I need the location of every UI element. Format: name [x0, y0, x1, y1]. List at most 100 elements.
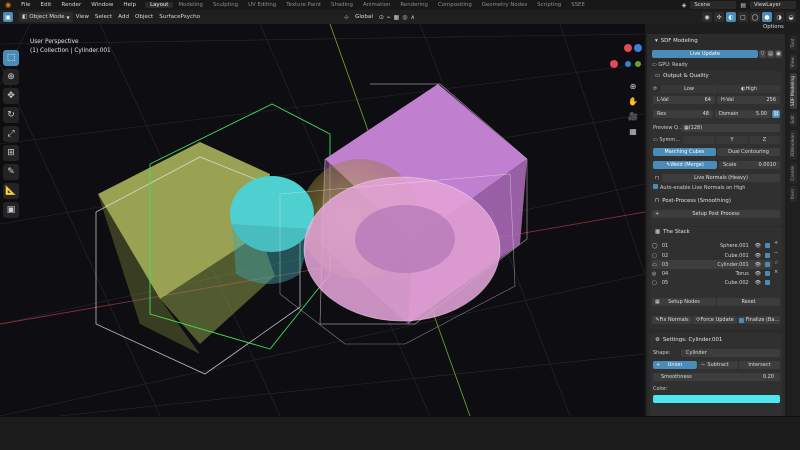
tab-shading[interactable]: Shading: [326, 2, 358, 8]
menu-render[interactable]: Render: [56, 2, 86, 8]
gizmo-icon[interactable]: ✣: [714, 12, 724, 22]
finalize-button[interactable]: Finalize (Ba...: [738, 316, 780, 324]
visibility-eye-icon[interactable]: 👁: [755, 253, 761, 259]
mode-select[interactable]: ◧ Object Mode ▼: [19, 12, 73, 22]
rotate-icon[interactable]: ↻: [3, 107, 19, 123]
fix-normals-button[interactable]: ✎ Fix Normals: [652, 316, 692, 324]
visibility-eye-icon[interactable]: 👁: [755, 271, 761, 277]
domain-field[interactable]: Domain 5.00: [715, 110, 771, 118]
dual-contouring-button[interactable]: Dual Contouring: [717, 148, 780, 156]
axis-z-icon[interactable]: [624, 44, 632, 52]
vtab-edit[interactable]: Edit: [790, 112, 797, 127]
tab-geometry-nodes[interactable]: Geometry Nodes: [477, 2, 532, 8]
measure-icon[interactable]: 📐: [3, 183, 19, 199]
vtab-item[interactable]: Item: [790, 186, 797, 203]
lval-field[interactable]: L-Val 64: [653, 96, 715, 104]
menu-view[interactable]: View: [73, 12, 92, 22]
material-shading-icon[interactable]: ◑: [774, 12, 784, 22]
editor-type-icon[interactable]: ▣: [3, 12, 13, 22]
intersect-button[interactable]: Intersect: [739, 361, 780, 369]
live-normals-button[interactable]: Live Normals (Heavy): [662, 174, 780, 182]
overlay-icon[interactable]: ◐: [726, 12, 736, 22]
tab-modeling[interactable]: Modeling: [173, 2, 208, 8]
scale-icon[interactable]: ⤢: [3, 126, 19, 142]
stack-row[interactable]: ◎ 04 Torus 👁: [652, 269, 772, 278]
annotate-icon[interactable]: ✎: [3, 164, 19, 180]
setup-post-process-button[interactable]: + Setup Post Process: [652, 210, 780, 218]
visibility-eye-icon[interactable]: 👁: [755, 243, 761, 249]
camera-icon[interactable]: 🎥: [627, 110, 639, 122]
filter-icon[interactable]: ▽: [759, 50, 766, 58]
visibility-eye-icon[interactable]: 👁: [755, 262, 761, 268]
viewlayer-field[interactable]: ViewLayer: [750, 1, 796, 9]
visibility-icon[interactable]: ◉: [702, 12, 712, 22]
proportional-icon[interactable]: ◎: [402, 14, 407, 21]
vtab-create[interactable]: Create: [790, 162, 797, 184]
pan-icon[interactable]: ✋: [627, 95, 639, 107]
force-update-button[interactable]: ⟳ Force Update: [693, 316, 737, 324]
hval-field[interactable]: H-Val 256: [717, 96, 780, 104]
checkbox-icon[interactable]: [765, 280, 771, 285]
menu-surfacepsycho[interactable]: SurfacePsycho: [156, 12, 203, 22]
menu-edit[interactable]: Edit: [35, 2, 56, 8]
axis-y-icon[interactable]: [634, 44, 642, 52]
tab-rendering[interactable]: Rendering: [395, 2, 433, 8]
pivot-icon[interactable]: ⊙: [379, 14, 384, 21]
stack-row[interactable]: ▢ 05 Cube.002 👁: [652, 278, 772, 287]
3d-viewport[interactable]: User Perspective (1) Collection | Cylind…: [0, 24, 645, 416]
solid-shading-icon[interactable]: ●: [762, 12, 772, 22]
vtab-view[interactable]: View: [790, 53, 797, 70]
visibility-eye-icon[interactable]: 👁: [755, 280, 761, 286]
auto-normals-checkbox[interactable]: Auto-enable Live Normals on High: [653, 184, 745, 191]
sdf-torus[interactable]: [303, 176, 501, 322]
orientation-icon[interactable]: ⊹: [344, 14, 349, 21]
subtract-button[interactable]: − Subtract: [698, 361, 738, 369]
res-field[interactable]: Res 48: [653, 110, 713, 118]
vtab-tool[interactable]: Tool: [790, 36, 797, 51]
stack-row[interactable]: ◯ 01 Sphere.001 👁: [652, 241, 772, 250]
favorite-icon[interactable]: ☆: [774, 260, 778, 266]
xray-icon[interactable]: ▢: [738, 12, 748, 22]
scene-icon[interactable]: ◈: [682, 2, 687, 9]
menu-help[interactable]: Help: [118, 2, 141, 8]
orientation-select[interactable]: Global: [352, 12, 376, 22]
add-stack-icon[interactable]: +: [774, 240, 778, 246]
checkbox-icon[interactable]: [765, 243, 771, 248]
axis-neg-z-icon[interactable]: [625, 61, 631, 67]
scene-canvas[interactable]: [0, 24, 645, 416]
shape-select[interactable]: Cylinder: [681, 349, 780, 357]
axis-x-icon[interactable]: [610, 60, 618, 68]
tab-uv-editing[interactable]: UV Editing: [243, 2, 281, 8]
refresh-icon[interactable]: ⟳: [653, 86, 657, 92]
prefs-icon[interactable]: ▤: [767, 50, 774, 58]
quality-high-button[interactable]: ◐ High: [718, 85, 780, 93]
menu-file[interactable]: File: [16, 2, 35, 8]
snap-target-icon[interactable]: ▦: [394, 14, 400, 21]
axis-neg-y-icon[interactable]: [635, 61, 641, 67]
symm-y-button[interactable]: Y: [716, 136, 748, 144]
menu-add[interactable]: Add: [115, 12, 132, 22]
rendered-shading-icon[interactable]: ◒: [786, 12, 796, 22]
stack-row[interactable]: ▢ 02 Cube.001 👁: [652, 251, 772, 260]
domain-link-icon[interactable]: ⛓: [772, 110, 780, 118]
tab-layout[interactable]: Layout: [145, 2, 174, 8]
quality-low-button[interactable]: Low: [661, 85, 717, 93]
checkbox-icon[interactable]: [765, 271, 771, 276]
tab-sculpting[interactable]: Sculpting: [208, 2, 243, 8]
select-box-icon[interactable]: ⬚: [3, 50, 19, 66]
zoom-icon[interactable]: ⊕: [627, 80, 639, 92]
viewlayer-icon[interactable]: ▤: [740, 2, 746, 9]
tab-texture-paint[interactable]: Texture Paint: [281, 2, 326, 8]
tab-compositing[interactable]: Compositing: [433, 2, 477, 8]
symm-x-button[interactable]: [683, 136, 715, 144]
close-icon[interactable]: ×: [774, 269, 778, 275]
tab-scripting[interactable]: Scripting: [532, 2, 566, 8]
transform-icon[interactable]: ⊞: [3, 145, 19, 161]
vtab-3dboolean[interactable]: 3DBoolean: [790, 129, 797, 160]
add-cube-icon[interactable]: ▣: [3, 202, 19, 218]
scale-field[interactable]: Scale 0.0010: [719, 161, 780, 169]
tab-ssee[interactable]: SSEE: [566, 2, 590, 8]
snap-icon[interactable]: ⌁: [387, 14, 391, 21]
blender-logo-icon[interactable]: ◉: [0, 1, 16, 9]
scene-field[interactable]: Scene: [690, 1, 737, 9]
